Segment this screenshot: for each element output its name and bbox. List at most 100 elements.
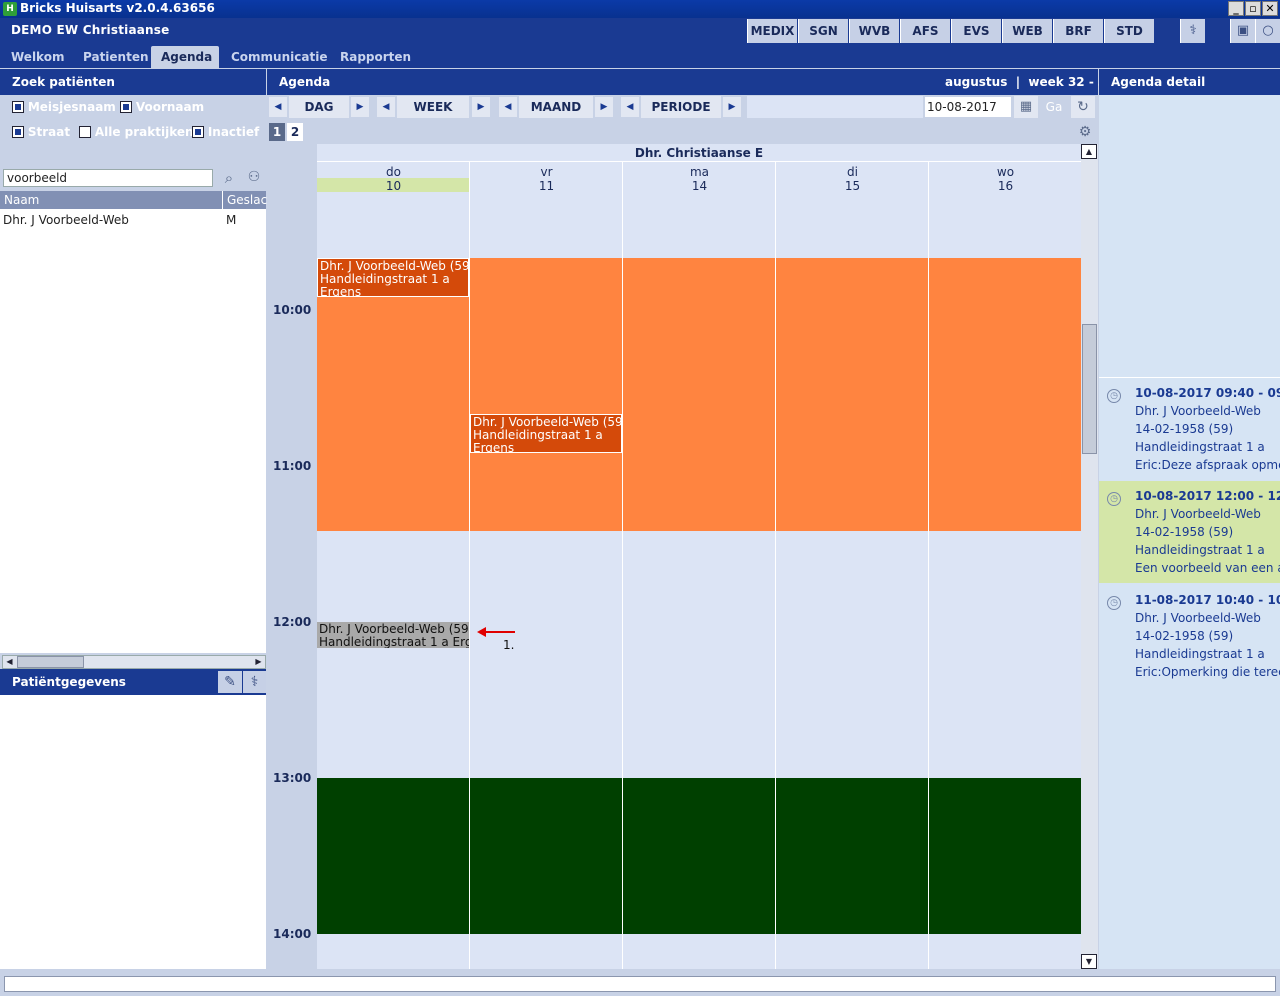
calendar-icon[interactable]: ▦: [1014, 96, 1038, 118]
month-next-icon[interactable]: ▶: [594, 96, 614, 118]
day-header-di[interactable]: di 15: [776, 165, 929, 195]
patient-details-panel: Patiëntgegevens ✎ ⚕: [0, 669, 266, 969]
nav-spacer: [747, 96, 923, 118]
appointment[interactable]: Dhr. J Voorbeeld-Web (59) Handleidingstr…: [317, 622, 469, 648]
divider: [775, 162, 776, 195]
checkbox-box[interactable]: [12, 101, 24, 113]
page-tab-2[interactable]: 2: [287, 123, 303, 141]
scroll-left-icon[interactable]: ◀: [3, 656, 16, 668]
header-button-evs[interactable]: EVS: [951, 19, 1001, 43]
settings-gear-icon[interactable]: ⚙: [1074, 122, 1096, 142]
day-header-ma[interactable]: ma 14: [623, 165, 776, 195]
checkbox-box[interactable]: [12, 126, 24, 138]
column-header-naam[interactable]: Naam: [0, 191, 222, 209]
close-button[interactable]: ✕: [1262, 1, 1278, 16]
nav-maand-button[interactable]: MAAND: [519, 96, 593, 118]
checkbox-inactief[interactable]: Inactief: [192, 124, 259, 139]
clock-icon: ◷: [1107, 492, 1121, 506]
time-column: 10:00 11:00 12:00 13:00 14:00: [267, 144, 317, 969]
day-number: 11: [538, 179, 555, 193]
detail-name: Dhr. J Voorbeeld-Web: [1135, 404, 1261, 418]
stethoscope-icon[interactable]: ⚕: [1180, 19, 1205, 43]
checkbox-box[interactable]: [192, 126, 204, 138]
scroll-thumb[interactable]: [1082, 324, 1097, 454]
scroll-down-icon[interactable]: ▼: [1081, 954, 1097, 969]
day-number: 15: [844, 179, 861, 193]
detail-item[interactable]: ◷ 10-08-2017 09:40 - 09:55 Dhr. J Voorbe…: [1099, 377, 1280, 479]
hour-label: 14:00: [273, 927, 312, 941]
detail-item[interactable]: ◷ 11-08-2017 10:40 - 10:55 Dhr. J Voorbe…: [1099, 585, 1280, 687]
nav-dag-button[interactable]: DAG: [289, 96, 349, 118]
header-button-afs[interactable]: AFS: [900, 19, 950, 43]
checkbox-voornaam[interactable]: Voornaam: [120, 99, 204, 114]
week-prev-icon[interactable]: ◀: [376, 96, 396, 118]
window-title: Bricks Huisarts v2.0.4.63656: [20, 1, 215, 15]
period-label: augustus | week 32 - 33: [945, 75, 1115, 89]
vertical-scrollbar[interactable]: ▲ ▼: [1081, 144, 1098, 969]
agenda-detail-panel: Agenda detail ◷ 10-08-2017 09:40 - 09:55…: [1099, 69, 1280, 969]
header-button-wvb[interactable]: WVB: [849, 19, 899, 43]
add-patient-icon[interactable]: ⚇: [243, 169, 265, 189]
page-row: 1 2 ⚙: [267, 121, 1098, 143]
page-tab-1[interactable]: 1: [269, 123, 285, 141]
document-icon[interactable]: ▣: [1230, 19, 1255, 43]
scroll-thumb[interactable]: [17, 656, 84, 668]
period-next-icon[interactable]: ▶: [722, 96, 742, 118]
day-header-wo[interactable]: wo 16: [929, 165, 1082, 195]
search-panel-title: Zoek patiënten: [0, 69, 266, 95]
nav-week-button[interactable]: WEEK: [397, 96, 469, 118]
header-button-web[interactable]: WEB: [1002, 19, 1052, 43]
day-name: do: [386, 165, 401, 179]
go-button[interactable]: Ga: [1040, 96, 1068, 118]
tab-patienten[interactable]: Patienten: [73, 46, 159, 68]
column-divider: [775, 195, 776, 969]
checkbox-straat[interactable]: Straat: [12, 124, 70, 139]
checkbox-box[interactable]: [79, 126, 91, 138]
practitioner-name: Dhr. Christiaanse E: [317, 144, 1081, 162]
header-button-std[interactable]: STD: [1104, 19, 1154, 43]
nav-periode-button[interactable]: PERIODE: [641, 96, 721, 118]
stethoscope-icon[interactable]: ⚕: [243, 671, 266, 693]
period-prev-icon[interactable]: ◀: [620, 96, 640, 118]
header-button-medix[interactable]: MEDIX: [747, 19, 797, 43]
checkbox-meisjesnaam[interactable]: Meisjesnaam: [12, 99, 116, 114]
header-button-sgn[interactable]: SGN: [798, 19, 848, 43]
user-label: DEMO EW Christiaanse: [11, 23, 170, 37]
scroll-up-icon[interactable]: ▲: [1081, 144, 1097, 159]
header-button-brf[interactable]: BRF: [1053, 19, 1103, 43]
appointment[interactable]: Dhr. J Voorbeeld-Web (59) Handleidingstr…: [470, 414, 622, 453]
detail-time: 10-08-2017 12:00 - 12:10: [1135, 489, 1280, 503]
list-item[interactable]: Dhr. J Voorbeeld-Web M: [0, 213, 266, 229]
day-next-icon[interactable]: ▶: [350, 96, 370, 118]
calendar-grid[interactable]: Dhr. J Voorbeeld-Web (59) Handleidingstr…: [317, 195, 1081, 969]
search-icon[interactable]: ⌕: [218, 169, 240, 189]
checkbox-box[interactable]: [120, 101, 132, 113]
maximize-button[interactable]: ▫: [1245, 1, 1261, 16]
availability-block[interactable]: [317, 258, 1081, 531]
scroll-right-icon[interactable]: ▶: [252, 656, 265, 668]
search-input[interactable]: voorbeeld: [3, 169, 213, 187]
horizontal-scrollbar[interactable]: ◀ ▶: [2, 655, 266, 669]
day-prev-icon[interactable]: ◀: [268, 96, 288, 118]
day-header-vr[interactable]: vr 11: [470, 165, 623, 195]
column-header-geslacht[interactable]: Geslac: [223, 191, 267, 209]
tab-communicatie[interactable]: Communicatie: [221, 46, 337, 68]
blocked-time-block[interactable]: [317, 778, 1081, 934]
refresh-icon[interactable]: ↻: [1071, 96, 1095, 118]
checkbox-alle-praktijken[interactable]: Alle praktijken: [79, 124, 194, 139]
header-bar: DEMO EW Christiaanse MEDIX SGN WVB AFS E…: [0, 18, 1280, 44]
tab-welkom[interactable]: Welkom: [1, 46, 74, 68]
appointment[interactable]: Dhr. J Voorbeeld-Web (59) Handleidingstr…: [317, 258, 469, 297]
detail-item[interactable]: ◷ 10-08-2017 12:00 - 12:10 Dhr. J Voorbe…: [1099, 481, 1280, 583]
edit-icon[interactable]: ✎: [218, 671, 242, 693]
circles-icon[interactable]: ○: [1255, 19, 1280, 43]
minimize-button[interactable]: _: [1228, 1, 1244, 16]
agenda-panel: Agenda augustus | week 32 - 33 ◀ DAG ▶ ◀…: [267, 69, 1115, 969]
month-prev-icon[interactable]: ◀: [498, 96, 518, 118]
tab-agenda[interactable]: Agenda: [151, 46, 219, 68]
date-input[interactable]: 10-08-2017: [924, 96, 1012, 118]
tab-rapporten[interactable]: Rapporten: [330, 46, 421, 68]
day-header-do[interactable]: do 10: [317, 165, 470, 195]
detail-address: Handleidingstraat 1 a: [1135, 440, 1265, 454]
week-next-icon[interactable]: ▶: [471, 96, 491, 118]
